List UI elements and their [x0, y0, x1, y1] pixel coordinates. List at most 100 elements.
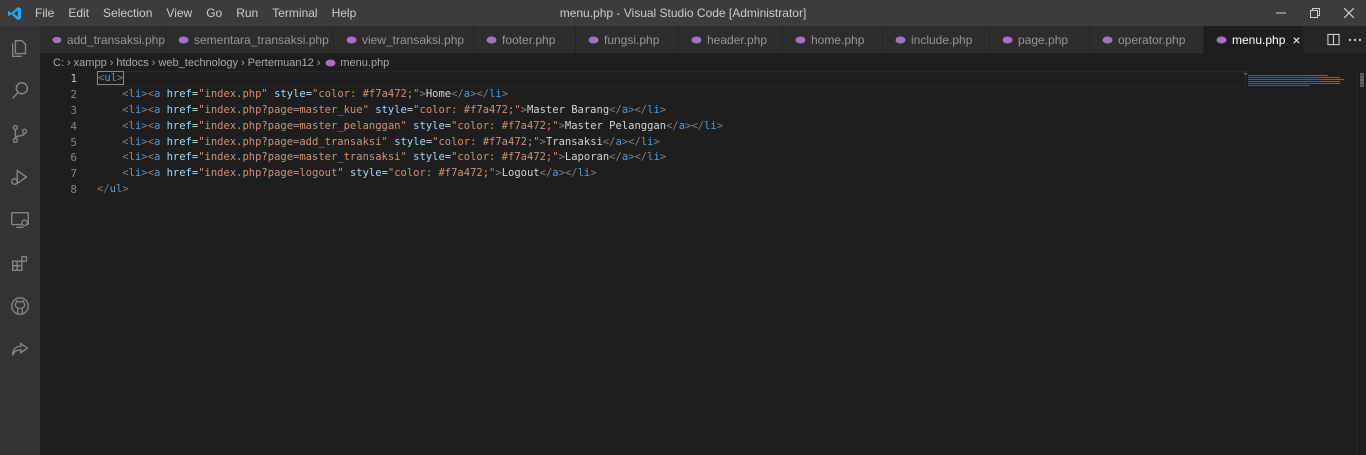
restore-button[interactable]: [1298, 0, 1332, 26]
php-file-icon: [691, 36, 702, 43]
code-punctuation: </: [476, 87, 490, 100]
minimap[interactable]: [1244, 73, 1354, 87]
github-icon[interactable]: [0, 284, 40, 327]
minimize-icon: [1276, 12, 1286, 14]
line-number: 1: [70, 72, 77, 85]
split-editor-icon[interactable]: [1322, 26, 1344, 53]
breadcrumb-item[interactable]: xampp: [74, 57, 107, 69]
extensions-icon[interactable]: [0, 241, 40, 284]
source-control-icon[interactable]: [0, 112, 40, 155]
breadcrumb-item[interactable]: web_technology: [158, 57, 238, 69]
code-line[interactable]: <li><a href="index.php" style="color: #f…: [97, 87, 723, 103]
code-tag-name: ul: [109, 183, 123, 196]
php-file-icon: [52, 36, 62, 43]
menu-terminal[interactable]: Terminal: [265, 0, 324, 26]
menu-go[interactable]: Go: [199, 0, 229, 26]
tab-add-transaksi[interactable]: add_transaksi.php: [40, 26, 166, 53]
tab-label: view_transaksi.php: [362, 32, 465, 47]
code-tag: <li>: [122, 151, 147, 163]
breadcrumb-item[interactable]: Pertemuan12: [248, 57, 314, 69]
code-area[interactable]: <ul> <li><a href="index.php" style="colo…: [97, 71, 723, 198]
code-punctuation: >: [590, 167, 597, 180]
code-line[interactable]: <li><a href="index.php?page=logout" styl…: [97, 166, 723, 182]
code-tag-name: li: [128, 135, 142, 148]
breadcrumb-item[interactable]: C:: [53, 57, 64, 69]
remote-explorer-icon[interactable]: [0, 198, 40, 241]
menu-run[interactable]: Run: [229, 0, 265, 26]
scrollbar-thumb[interactable]: [1360, 73, 1364, 87]
menu-view[interactable]: View: [159, 0, 199, 26]
more-actions-icon[interactable]: [1344, 26, 1366, 53]
editor-tab-bar: add_transaksi.php sementara_transaksi.ph…: [40, 26, 1366, 53]
menu-file[interactable]: File: [28, 0, 61, 26]
tab-page[interactable]: page.php: [990, 26, 1090, 53]
live-share-icon[interactable]: [0, 327, 40, 370]
code-punctuation: </: [451, 87, 464, 100]
tab-home[interactable]: home.php: [783, 26, 883, 53]
code-tag: </ul>: [97, 183, 129, 195]
minimize-button[interactable]: [1264, 0, 1298, 26]
breadcrumb: C: › xampp › htdocs › web_technology › P…: [40, 53, 1366, 73]
code-tag: </a>: [609, 151, 634, 163]
code-line[interactable]: <li><a href="index.php?page=master_pelan…: [97, 119, 723, 135]
code-line[interactable]: <li><a href="index.php?page=master_trans…: [97, 150, 723, 166]
code-attribute: href: [166, 167, 192, 180]
search-icon[interactable]: [0, 69, 40, 112]
code-punctuation: </: [539, 167, 553, 180]
code-line[interactable]: <li><a href="index.php?page=master_kue" …: [97, 103, 723, 119]
code-line[interactable]: <ul>: [97, 71, 723, 87]
tab-header[interactable]: header.php: [679, 26, 783, 53]
code-string: "color: #f7a472;": [451, 151, 559, 164]
tab-operator[interactable]: operator.php: [1090, 26, 1204, 53]
php-file-icon: [795, 36, 806, 43]
tab-label: fungsi.php: [604, 32, 660, 47]
menu-edit[interactable]: Edit: [61, 0, 96, 26]
tab-fungsi[interactable]: fungsi.php: [576, 26, 679, 53]
code-tag-name: li: [128, 87, 142, 100]
code-string: "index.php?page=master_kue": [198, 103, 369, 116]
vertical-scrollbar[interactable]: [1356, 71, 1366, 455]
code-attribute: href: [166, 135, 192, 148]
code-line[interactable]: <li><a href="index.php?page=add_transaks…: [97, 135, 723, 151]
code-attribute: style: [413, 151, 445, 164]
code-punctuation: </: [564, 167, 578, 180]
tab-view-transaksi[interactable]: view_transaksi.php: [334, 26, 474, 53]
close-tab-icon[interactable]: ×: [1292, 32, 1300, 48]
php-file-icon: [325, 59, 336, 67]
code-string: "index.php?page=master_pelanggan": [198, 119, 407, 132]
code-punctuation: >: [716, 119, 724, 132]
php-file-icon: [178, 36, 189, 43]
vscode-logo-icon: [0, 0, 28, 26]
code-attribute: href: [166, 87, 192, 100]
breadcrumb-item[interactable]: menu.php: [340, 57, 389, 69]
code-text: Master Barang: [526, 103, 610, 116]
code-line[interactable]: </ul>: [97, 182, 723, 198]
code-string: "color: #f7a472;": [387, 167, 496, 180]
tab-label: menu.php: [1232, 32, 1286, 47]
code-punctuation: </: [602, 135, 616, 148]
code-tag: </a>: [451, 88, 476, 100]
code-tag-name: li: [647, 103, 660, 116]
breadcrumb-item[interactable]: htdocs: [116, 57, 148, 69]
code-string: "color: #f7a472;": [451, 119, 559, 132]
php-file-icon: [1002, 36, 1013, 43]
run-debug-icon[interactable]: [0, 155, 40, 198]
close-window-button[interactable]: [1332, 0, 1366, 26]
tab-menu[interactable]: menu.php ×: [1204, 26, 1304, 53]
code-punctuation: >: [116, 72, 124, 84]
menu-help[interactable]: Help: [325, 0, 364, 26]
code-punctuation: >: [501, 87, 509, 100]
code-string: "color: #f7a472;": [413, 103, 521, 116]
tab-include[interactable]: include.php: [883, 26, 990, 53]
tab-footer[interactable]: footer.php: [474, 26, 576, 53]
php-file-icon: [588, 36, 599, 43]
explorer-icon[interactable]: [0, 26, 40, 69]
code-editor[interactable]: 12345678 <ul> <li><a href="index.php" st…: [40, 71, 1366, 455]
tab-sementara-transaksi[interactable]: sementara_transaksi.php: [166, 26, 334, 53]
php-file-icon: [346, 36, 357, 43]
menu-selection[interactable]: Selection: [96, 0, 159, 26]
code-text: Home: [425, 87, 452, 100]
code-tag-name: li: [128, 151, 142, 164]
code-attribute: style: [349, 167, 382, 180]
code-attribute: href: [166, 151, 192, 164]
